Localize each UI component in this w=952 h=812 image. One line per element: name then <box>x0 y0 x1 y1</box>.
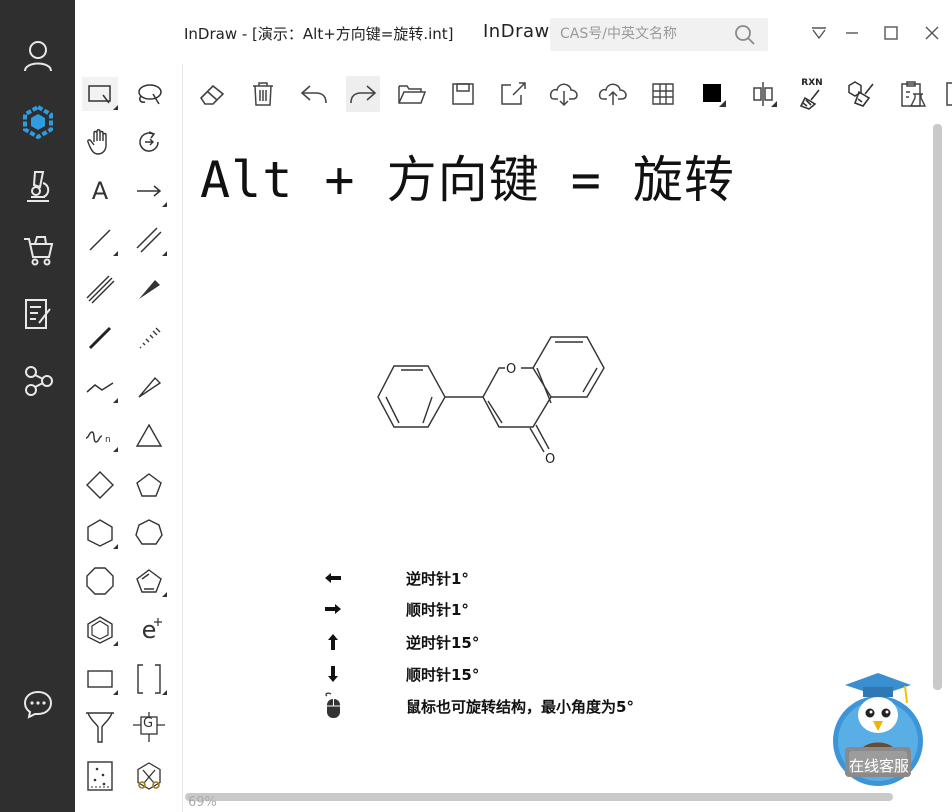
single-bond-icon[interactable] <box>82 223 118 257</box>
notes-icon[interactable] <box>18 294 58 334</box>
canvas-headline: Alt + 方向键 = 旋转 <box>200 151 735 209</box>
side-nav <box>0 0 75 812</box>
phenyl-inner-bonds <box>385 369 433 424</box>
trash-icon[interactable] <box>246 76 280 112</box>
flavone-structure[interactable]: O O <box>370 330 615 475</box>
user-icon[interactable] <box>18 36 58 76</box>
document-title: InDraw - [演示：Alt+方向键=旋转.int] <box>184 25 454 43</box>
share-icon[interactable] <box>18 360 58 400</box>
shortcut-row: 顺时针1° <box>318 596 469 622</box>
triple-bond-icon[interactable] <box>82 272 118 306</box>
shortcut-row: 鼠标也可旋转结构，最小角度为5° <box>318 692 634 720</box>
molecule-logo-icon[interactable] <box>18 102 58 142</box>
shortcut-label: 鼠标也可旋转结构，最小角度为5° <box>406 697 634 716</box>
mouse-icon <box>318 692 348 720</box>
broom-icon <box>799 89 820 110</box>
group-label: G <box>143 716 154 731</box>
hexagon-ring-icon[interactable] <box>82 516 118 550</box>
eraser-icon[interactable] <box>195 76 229 112</box>
cyclopentadiene-icon[interactable] <box>131 564 167 598</box>
vertical-scrollbar[interactable] <box>933 124 942 690</box>
search-icon[interactable] <box>734 24 756 50</box>
horizontal-scrollbar[interactable] <box>185 793 893 801</box>
main-toolbar: RXN <box>183 64 952 124</box>
wavy-bond-icon[interactable]: n <box>82 419 118 453</box>
online-service-widget[interactable]: 在线客服 <box>831 671 925 789</box>
rectangle-shape-icon[interactable] <box>82 662 118 696</box>
ring-oxygen-label: O <box>506 362 516 377</box>
maximize-icon[interactable] <box>880 22 902 44</box>
double-bond-icon[interactable] <box>131 223 167 257</box>
text-tool-icon[interactable]: A <box>82 174 118 208</box>
octagon-ring-icon[interactable] <box>82 564 118 598</box>
dropdown-menu-icon[interactable] <box>808 22 830 44</box>
rotate-icon[interactable] <box>131 125 167 159</box>
cloud-upload-icon[interactable] <box>596 76 630 112</box>
app-brand: InDraw <box>483 21 550 42</box>
right-arrow-icon <box>318 603 348 615</box>
square-ring-icon[interactable] <box>82 468 118 502</box>
cart-icon[interactable] <box>18 230 58 270</box>
align-icon[interactable] <box>746 76 780 112</box>
phenyl-ring <box>377 365 446 428</box>
benzo-inner-bonds <box>536 341 598 404</box>
save-icon[interactable] <box>446 76 480 112</box>
heptagon-ring-icon[interactable] <box>131 516 167 550</box>
search-box[interactable] <box>550 18 768 51</box>
chain-tool-icon[interactable] <box>82 370 118 404</box>
cloud-download-icon[interactable] <box>547 76 581 112</box>
tool-palette: A n e G <box>75 64 183 812</box>
clipboard-chem-icon[interactable] <box>896 76 930 112</box>
close-icon[interactable] <box>921 22 943 44</box>
select-rect-icon[interactable] <box>82 77 118 111</box>
hollow-wedge-icon[interactable] <box>131 370 167 404</box>
overflow-icon[interactable] <box>943 76 952 112</box>
shortcut-label: 逆时针1° <box>406 569 469 588</box>
shortcut-row: 逆时针15° <box>318 629 479 655</box>
up-arrow-icon <box>318 633 348 651</box>
shortcut-label: 顺时针1° <box>406 600 469 619</box>
svg-text:n: n <box>105 435 111 445</box>
triangle-ring-icon[interactable] <box>131 419 167 453</box>
rxn-clean-button[interactable]: RXN <box>795 76 829 112</box>
search-input[interactable] <box>560 24 720 44</box>
left-arrow-icon <box>318 572 348 584</box>
grid-icon[interactable] <box>646 76 680 112</box>
benzo-ring <box>532 336 605 398</box>
microscope-icon[interactable] <box>18 166 58 206</box>
rxn-label: RXN <box>801 77 823 88</box>
chat-icon[interactable] <box>18 684 58 724</box>
group-tool-icon[interactable]: G <box>131 710 167 744</box>
scissors-icon[interactable] <box>131 759 167 793</box>
minimize-icon[interactable] <box>841 22 863 44</box>
down-arrow-icon <box>318 665 348 683</box>
shortcut-label: 顺时针15° <box>406 665 480 684</box>
hashed-wedge-icon[interactable] <box>131 321 167 355</box>
lasso-icon[interactable] <box>131 77 167 111</box>
electron-charge-icon[interactable]: e <box>131 613 167 647</box>
brackets-icon[interactable] <box>131 662 167 696</box>
bold-bond-icon[interactable] <box>82 321 118 355</box>
wedge-bond-icon[interactable] <box>131 272 167 306</box>
pentagon-ring-icon[interactable] <box>131 468 167 502</box>
carbonyl-bond <box>529 424 550 453</box>
carbonyl-oxygen-label: O <box>545 452 555 467</box>
redo-icon[interactable] <box>346 76 380 112</box>
undo-icon[interactable] <box>297 76 331 112</box>
structure-clean-icon[interactable] <box>845 76 879 112</box>
shortcut-row: 逆时针1° <box>318 565 469 591</box>
shortcut-row: 顺时针15° <box>318 661 479 687</box>
hand-icon[interactable] <box>82 125 118 159</box>
funnel-icon[interactable] <box>82 710 118 744</box>
open-folder-icon[interactable] <box>395 76 429 112</box>
arrow-tool-icon[interactable] <box>131 174 167 208</box>
shortcut-label: 逆时针15° <box>406 633 480 652</box>
tlc-plate-icon[interactable] <box>82 759 118 793</box>
export-icon[interactable] <box>496 76 530 112</box>
color-picker-icon[interactable] <box>696 76 730 112</box>
zoom-level: 69% <box>188 795 217 810</box>
online-service-label: 在线客服 <box>849 757 910 775</box>
benzene-ring-icon[interactable] <box>82 613 118 647</box>
